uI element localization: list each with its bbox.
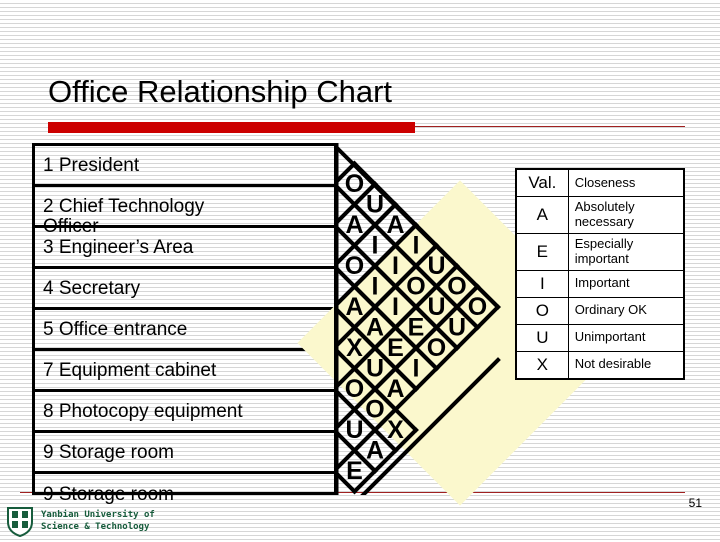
- activity-list: 1 President 2 Chief Technology Officer 3…: [32, 143, 334, 504]
- svg-text:U: U: [366, 355, 384, 383]
- list-item-label: 9 Storage room: [43, 484, 174, 505]
- svg-text:I: I: [392, 293, 399, 321]
- legend-row: O Ordinary OK: [515, 296, 685, 325]
- svg-text:U: U: [366, 191, 384, 219]
- svg-text:X: X: [387, 416, 404, 444]
- list-item: 8 Photocopy equipment: [35, 392, 334, 433]
- svg-text:O: O: [345, 252, 364, 280]
- title-accent-rule: [415, 126, 685, 127]
- shield-crest-icon: [6, 505, 34, 538]
- svg-text:O: O: [406, 273, 425, 301]
- svg-text:I: I: [372, 232, 379, 260]
- list-item-label: 8 Photocopy equipment: [43, 400, 243, 422]
- list-item-label: 2 Chief Technology: [43, 195, 205, 217]
- legend-closeness: Especially important: [567, 232, 685, 271]
- list-item: 4 Secretary: [35, 269, 334, 310]
- list-item: 7 Equipment cabinet: [35, 351, 334, 392]
- svg-text:A: A: [386, 375, 404, 403]
- closeness-legend: Val. Closeness A Absolutely necessary E …: [515, 168, 685, 380]
- legend-value: I: [515, 269, 569, 298]
- svg-text:O: O: [345, 375, 364, 403]
- legend-row: U Unimportant: [515, 323, 685, 352]
- svg-text:E: E: [387, 334, 404, 362]
- legend-row: X Not desirable: [515, 350, 685, 380]
- svg-text:O: O: [447, 273, 466, 301]
- legend-value: X: [515, 350, 569, 380]
- svg-text:A: A: [386, 211, 404, 239]
- legend-value: U: [515, 323, 569, 352]
- list-item-label: 4 Secretary: [43, 277, 141, 299]
- page-number: 51: [688, 496, 702, 510]
- legend-closeness: Unimportant: [567, 323, 685, 352]
- list-item: 2 Chief Technology Officer: [35, 187, 334, 236]
- svg-text:I: I: [392, 252, 399, 280]
- list-item-label: 5 Office entrance: [43, 318, 188, 340]
- title-accent-bar: [48, 122, 415, 133]
- legend-closeness: Not desirable: [567, 350, 685, 380]
- list-item-label: 7 Equipment cabinet: [43, 359, 217, 381]
- svg-text:E: E: [408, 314, 425, 342]
- legend-header-closeness: Closeness: [567, 168, 685, 197]
- list-item-label: 9 Storage room: [43, 441, 174, 463]
- svg-text:U: U: [427, 293, 445, 321]
- svg-text:I: I: [372, 273, 379, 301]
- svg-text:A: A: [366, 314, 384, 342]
- svg-text:E: E: [346, 457, 363, 485]
- svg-text:I: I: [413, 355, 420, 383]
- list-item-label: 3 Engineer’s Area: [43, 236, 194, 258]
- list-item: 5 Office entrance: [35, 310, 334, 351]
- svg-text:O: O: [468, 293, 487, 321]
- legend-header-value: Val.: [515, 168, 569, 197]
- legend-row: E Especially important: [515, 232, 685, 271]
- page-title: Office Relationship Chart: [48, 74, 393, 109]
- legend-value: A: [515, 196, 569, 234]
- svg-text:U: U: [448, 314, 466, 342]
- svg-text:U: U: [345, 416, 363, 444]
- legend-closeness: Absolutely necessary: [567, 196, 685, 234]
- svg-text:U: U: [427, 252, 445, 280]
- legend-closeness: Important: [567, 269, 685, 298]
- legend-value: E: [515, 232, 569, 271]
- list-item: 1 President: [35, 146, 334, 187]
- legend-closeness: Ordinary OK: [567, 296, 685, 325]
- university-name: Yanbian University of Science & Technolo…: [41, 509, 155, 532]
- svg-text:X: X: [346, 334, 363, 362]
- svg-text:I: I: [413, 232, 420, 260]
- list-item-label: 1 President: [43, 154, 140, 176]
- svg-text:A: A: [345, 293, 363, 321]
- legend-value: O: [515, 296, 569, 325]
- legend-row: I Important: [515, 269, 685, 298]
- svg-text:O: O: [427, 334, 446, 362]
- slide-canvas: Office Relationship Chart 1 President 2 …: [0, 0, 720, 540]
- svg-text:A: A: [366, 437, 384, 465]
- list-item: 3 Engineer’s Area: [35, 228, 334, 269]
- list-item: 9 Storage room: [35, 433, 334, 474]
- legend-header-row: Val. Closeness: [515, 168, 685, 197]
- legend-row: A Absolutely necessary: [515, 196, 685, 234]
- university-logo: Yanbian University of Science & Technolo…: [6, 505, 155, 538]
- svg-text:A: A: [345, 211, 363, 239]
- svg-text:O: O: [365, 396, 384, 424]
